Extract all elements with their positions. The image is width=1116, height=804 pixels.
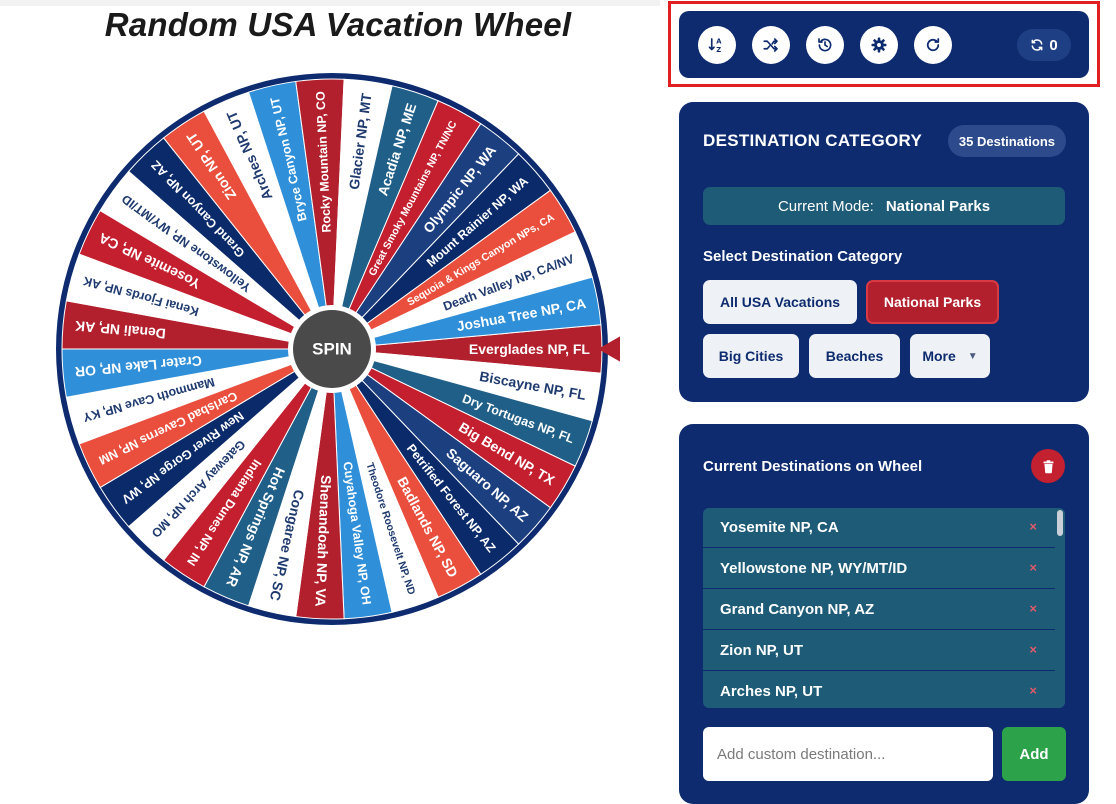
destinations-heading: Current Destinations on Wheel: [703, 458, 923, 475]
category-all-usa-button[interactable]: All USA Vacations: [703, 280, 857, 324]
remove-destination-button[interactable]: ×: [1029, 601, 1037, 616]
add-destination-button[interactable]: Add: [1002, 727, 1066, 781]
destination-name: Zion NP, UT: [720, 642, 804, 659]
toolbar-highlight: [668, 1, 1100, 87]
category-more-dropdown[interactable]: More ▼: [910, 334, 990, 378]
destination-count-badge: 35 Destinations: [947, 125, 1066, 157]
destination-list: Yosemite NP, CA × Yellowstone NP, WY/MT/…: [703, 508, 1065, 708]
current-mode-bar: Current Mode: National Parks: [703, 187, 1065, 225]
list-item: Yellowstone NP, WY/MT/ID ×: [703, 549, 1055, 589]
list-item: Zion NP, UT ×: [703, 631, 1055, 671]
destinations-panel: Current Destinations on Wheel Yosemite N…: [679, 424, 1089, 804]
wheel-container: Everglades NP, FL Biscayne NP, FL Dry Tort…: [55, 72, 620, 632]
page-title: Random USA Vacation Wheel: [104, 6, 572, 43]
category-panel: DESTINATION CATEGORY 35 Destinations Cur…: [679, 102, 1089, 402]
category-heading: DESTINATION CATEGORY: [703, 131, 923, 150]
list-item: Yosemite NP, CA ×: [703, 508, 1055, 548]
select-category-label: Select Destination Category: [703, 248, 903, 265]
clear-all-button[interactable]: [1031, 449, 1065, 483]
mode-label: Current Mode:: [777, 197, 874, 215]
spin-label: SPIN: [312, 340, 352, 359]
chevron-down-icon: ▼: [967, 350, 978, 362]
scrollbar-thumb[interactable]: [1057, 510, 1063, 536]
remove-destination-button[interactable]: ×: [1029, 560, 1037, 575]
mode-value: National Parks: [885, 197, 991, 215]
remove-destination-button[interactable]: ×: [1029, 519, 1037, 534]
category-national-parks-button[interactable]: National Parks: [866, 280, 999, 324]
more-label: More: [922, 348, 956, 364]
category-beaches-button[interactable]: Beaches: [809, 334, 900, 378]
destination-name: Yosemite NP, CA: [720, 519, 839, 536]
wheel-segment-label: Everglades NP, FL: [469, 341, 591, 357]
trash-icon: [1043, 459, 1053, 473]
destination-name: Arches NP, UT: [720, 683, 823, 700]
destination-name: Yellowstone NP, WY/MT/ID: [720, 560, 908, 577]
list-item: Arches NP, UT ×: [703, 672, 1055, 708]
remove-destination-button[interactable]: ×: [1029, 683, 1037, 698]
category-big-cities-button[interactable]: Big Cities: [703, 334, 799, 378]
custom-destination-input[interactable]: [703, 727, 993, 781]
list-item: Grand Canyon NP, AZ ×: [703, 590, 1055, 630]
scrollbar[interactable]: [1055, 508, 1065, 708]
destination-name: Grand Canyon NP, AZ: [720, 601, 875, 618]
wheel[interactable]: Everglades NP, FLBiscayne NP, FLDry Tort…: [55, 72, 620, 632]
remove-destination-button[interactable]: ×: [1029, 642, 1037, 657]
